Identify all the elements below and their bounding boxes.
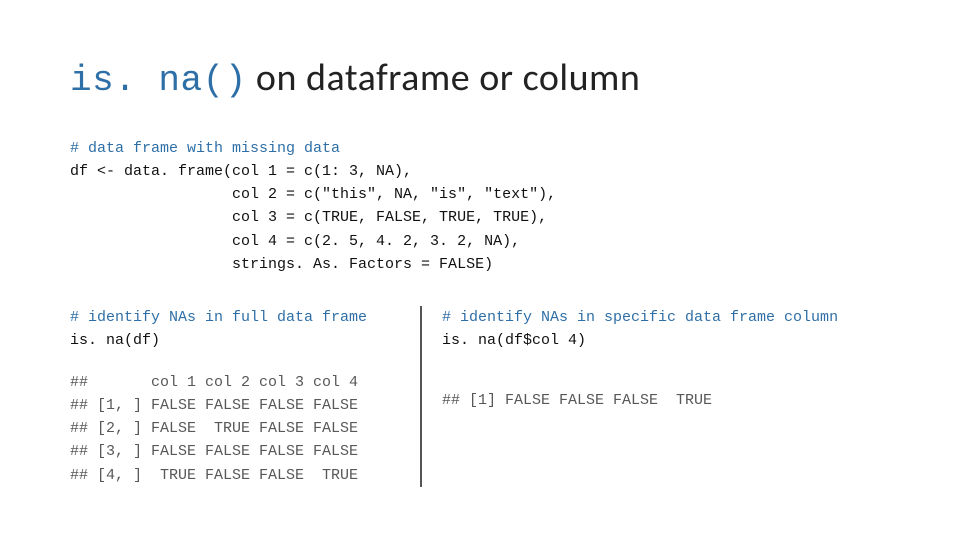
left-output-line: ## col 1 col 2 col 3 col 4: [70, 374, 358, 391]
top-code-line: col 4 = c(2. 5, 4. 2, 3. 2, NA),: [70, 233, 520, 250]
column-divider: [420, 306, 422, 487]
title-code: is. na(): [70, 60, 247, 101]
left-output-line: ## [1, ] FALSE FALSE FALSE FALSE: [70, 397, 358, 414]
right-code: is. na(df$col 4): [442, 332, 586, 349]
left-output-line: ## [4, ] TRUE FALSE FALSE TRUE: [70, 467, 358, 484]
columns: # identify NAs in full data frame is. na…: [70, 306, 890, 487]
left-column: # identify NAs in full data frame is. na…: [70, 306, 420, 487]
top-code-line: col 3 = c(TRUE, FALSE, TRUE, TRUE),: [70, 209, 547, 226]
title-plain: on dataframe or column: [247, 55, 641, 101]
right-output: ## [1] FALSE FALSE FALSE TRUE: [442, 392, 712, 409]
slide: is. na() on dataframe or column # data f…: [0, 0, 960, 540]
right-comment: # identify NAs in specific data frame co…: [442, 309, 838, 326]
left-output-line: ## [2, ] FALSE TRUE FALSE FALSE: [70, 420, 358, 437]
right-column: # identify NAs in specific data frame co…: [442, 306, 890, 487]
left-output-line: ## [3, ] FALSE FALSE FALSE FALSE: [70, 443, 358, 460]
page-title: is. na() on dataframe or column: [70, 58, 890, 101]
top-code-line: strings. As. Factors = FALSE): [70, 256, 493, 273]
top-code-block: # data frame with missing data df <- dat…: [70, 137, 890, 277]
left-comment: # identify NAs in full data frame: [70, 309, 367, 326]
top-code-line: col 2 = c("this", NA, "is", "text"),: [70, 186, 556, 203]
top-comment: # data frame with missing data: [70, 140, 340, 157]
top-code-line: df <- data. frame(col 1 = c(1: 3, NA),: [70, 163, 412, 180]
left-code: is. na(df): [70, 332, 160, 349]
